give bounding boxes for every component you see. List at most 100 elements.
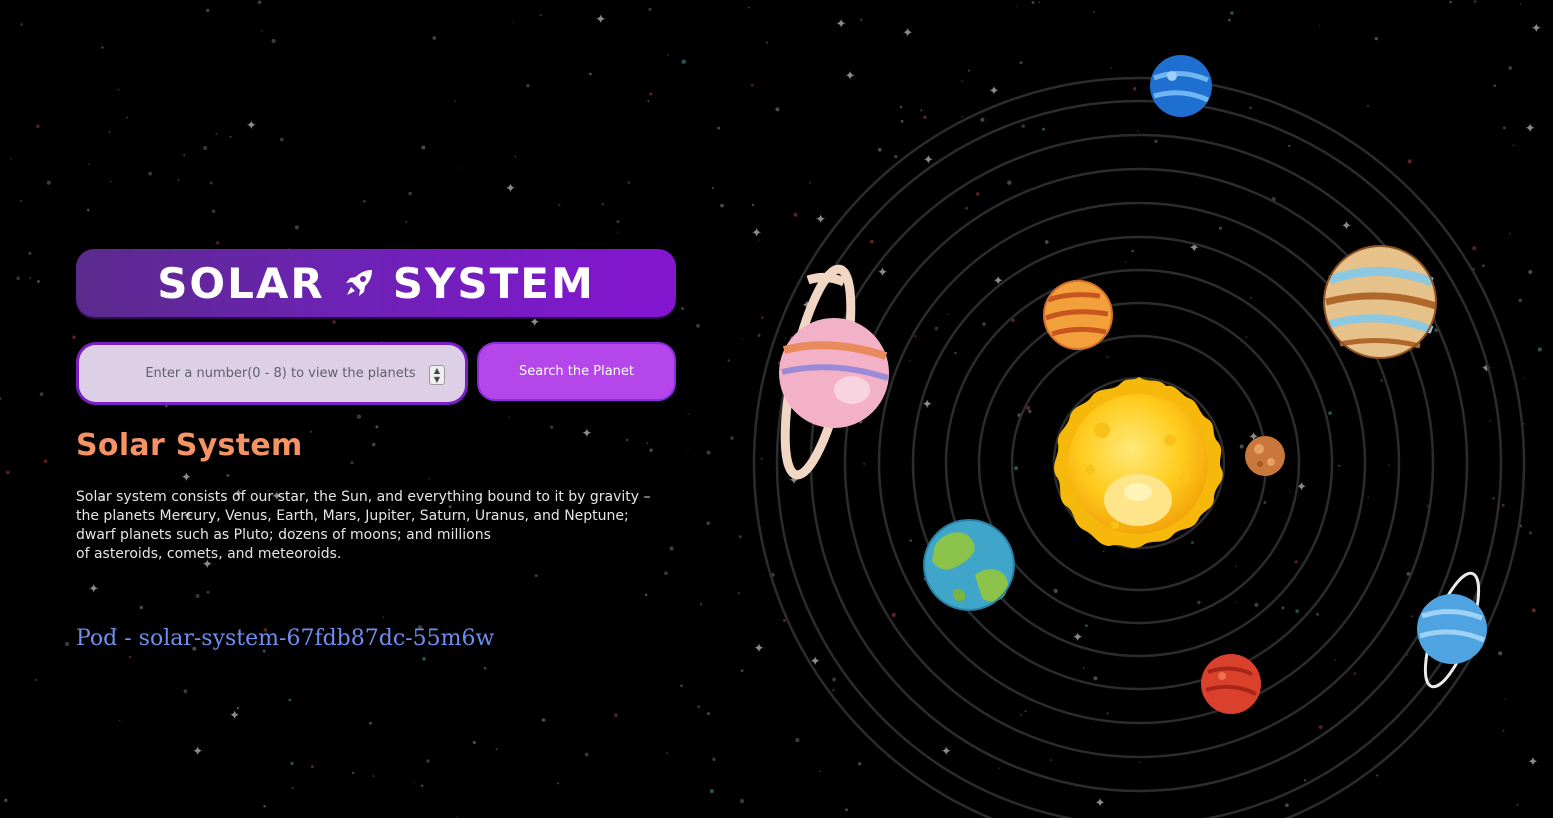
star-dot bbox=[647, 100, 650, 103]
star-dot bbox=[706, 521, 710, 525]
star-dot bbox=[627, 181, 630, 184]
mars-icon bbox=[1201, 654, 1261, 714]
star-dot bbox=[680, 684, 683, 688]
planet-number-input[interactable] bbox=[121, 365, 455, 382]
star-dot bbox=[372, 775, 375, 778]
star-dot bbox=[534, 574, 538, 578]
star-dot bbox=[271, 38, 276, 44]
star-dot bbox=[226, 474, 230, 477]
star-dot bbox=[351, 771, 355, 775]
star-dot bbox=[454, 100, 456, 102]
sparkle-icon: ✦ bbox=[88, 582, 99, 597]
star-dot bbox=[257, 0, 262, 5]
number-stepper[interactable]: ▲ ▼ bbox=[429, 365, 445, 385]
description-line: dwarf planets such as Pluto; dozens of m… bbox=[76, 527, 491, 543]
star-dot bbox=[644, 593, 648, 597]
star-dot bbox=[288, 698, 292, 702]
star-dot bbox=[649, 92, 653, 96]
star-dot bbox=[20, 23, 24, 26]
star-dot bbox=[558, 204, 561, 206]
title-word-solar: SOLAR bbox=[157, 258, 325, 308]
pod-name-label: Pod - solar-system-67fdb87dc-55m6w bbox=[76, 626, 495, 651]
star-dot bbox=[34, 678, 38, 682]
star-dot bbox=[209, 181, 213, 185]
star-dot bbox=[375, 425, 379, 429]
search-planet-button[interactable]: Search the Planet bbox=[477, 342, 676, 401]
star-dot bbox=[43, 459, 48, 463]
star-dot bbox=[616, 220, 620, 224]
star-dot bbox=[508, 416, 510, 419]
star-dot bbox=[372, 442, 376, 447]
star-dot bbox=[712, 757, 716, 761]
star-dot bbox=[666, 54, 669, 56]
star-dot bbox=[456, 816, 458, 818]
star-dot bbox=[421, 145, 426, 150]
star-dot bbox=[363, 200, 366, 203]
star-dot bbox=[699, 603, 703, 606]
uranus-icon bbox=[1417, 571, 1487, 689]
star-dot bbox=[4, 798, 8, 803]
venus-icon bbox=[1043, 280, 1113, 350]
star-dot bbox=[148, 171, 153, 176]
star-dot bbox=[697, 705, 700, 708]
star-dot bbox=[413, 781, 415, 784]
sparkle-icon: ✦ bbox=[505, 182, 516, 197]
star-dot bbox=[681, 59, 686, 64]
star-dot bbox=[20, 199, 22, 202]
star-dot bbox=[117, 88, 120, 91]
star-dot bbox=[422, 656, 426, 661]
star-dot bbox=[183, 689, 188, 694]
star-dot bbox=[541, 718, 546, 722]
star-dot bbox=[420, 784, 424, 787]
earth-icon bbox=[923, 519, 1015, 611]
star-dot bbox=[263, 804, 266, 808]
star-dot bbox=[310, 765, 314, 769]
star-dot bbox=[356, 414, 362, 419]
star-dot bbox=[119, 720, 121, 722]
star-dot bbox=[681, 307, 685, 310]
star-dot bbox=[432, 36, 437, 40]
star-dot bbox=[128, 655, 132, 659]
sparkle-icon: ✦ bbox=[181, 470, 192, 485]
star-dot bbox=[206, 590, 210, 594]
planet-description: Solar system consists of our star, the S… bbox=[76, 488, 676, 564]
star-dot bbox=[584, 752, 589, 757]
star-dot bbox=[0, 397, 2, 400]
star-dot bbox=[139, 605, 144, 610]
star-dot bbox=[72, 335, 76, 339]
sparkle-icon: ✦ bbox=[246, 118, 257, 133]
star-dot bbox=[36, 124, 40, 128]
star-dot bbox=[709, 789, 714, 794]
sparkle-icon: ✦ bbox=[581, 427, 592, 442]
planet-name-heading: Solar System bbox=[76, 428, 303, 463]
description-line: the planets Mercury, Venus, Earth, Mars,… bbox=[76, 508, 629, 524]
description-line: Solar system consists of our star, the S… bbox=[76, 489, 651, 505]
star-dot bbox=[205, 8, 210, 13]
mercury-icon bbox=[1245, 436, 1285, 476]
description-line: of asteroids, comets, and meteoroids. bbox=[76, 546, 342, 562]
star-dot bbox=[229, 135, 232, 138]
star-dot bbox=[727, 359, 730, 362]
star-dot bbox=[28, 251, 32, 255]
star-dot bbox=[649, 448, 653, 452]
star-dot bbox=[369, 721, 372, 725]
star-dot bbox=[717, 126, 720, 130]
star-dot bbox=[601, 203, 604, 206]
star-dot bbox=[261, 29, 263, 32]
saturn-icon bbox=[779, 264, 889, 480]
star-dot bbox=[10, 157, 12, 160]
star-dot bbox=[648, 7, 652, 11]
star-dot bbox=[290, 761, 294, 766]
star-dot bbox=[495, 748, 498, 750]
star-dot bbox=[101, 46, 104, 49]
sparkle-icon: ✦ bbox=[595, 13, 606, 28]
star-dot bbox=[36, 280, 40, 283]
star-dot bbox=[707, 712, 711, 716]
star-dot bbox=[109, 180, 112, 183]
star-dot bbox=[666, 752, 668, 754]
star-dot bbox=[88, 163, 90, 165]
planet-number-input-wrapper: ▲▼ bbox=[76, 342, 468, 405]
star-dot bbox=[514, 155, 517, 158]
star-dot bbox=[458, 167, 460, 169]
sparkle-icon: ✦ bbox=[192, 744, 203, 759]
